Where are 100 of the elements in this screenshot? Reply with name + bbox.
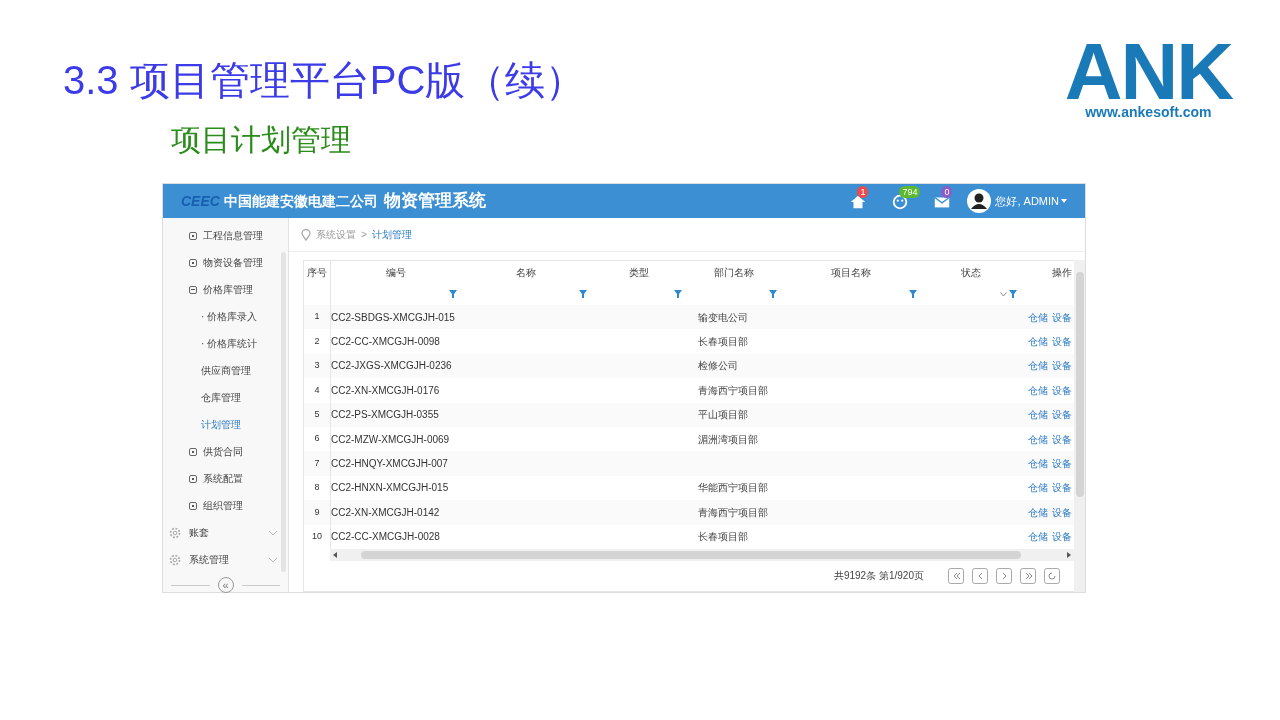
system-name: 物资管理系统 [383,190,486,213]
count-badge: 794 [899,186,921,198]
column-header[interactable]: 类型 [591,261,686,305]
filter-icon[interactable] [674,290,682,298]
filter-icon[interactable] [1009,290,1017,298]
table-cell-text: 检修公司 [698,359,738,374]
previous-page-button[interactable] [972,567,988,584]
action-link[interactable]: 仓储 [1028,456,1048,472]
table-cell-text: 长春项目部 [698,530,748,545]
column-header[interactable]: 部门名称 [686,261,781,305]
filter-icon[interactable] [449,290,457,298]
table-cell-text: 长春项目部 [698,335,748,350]
column-header[interactable]: 名称 [461,261,591,305]
gear-icon [169,553,181,566]
sidebar-item[interactable]: 供应商管理 [201,363,251,378]
action-link[interactable]: 仓储 [1028,382,1048,398]
column-header[interactable]: 编号 [331,261,461,305]
last-page-button[interactable] [1020,567,1036,584]
vertical-scrollbar[interactable] [1074,260,1085,592]
refresh-icon [1046,570,1058,581]
action-link[interactable]: 仓储 [1028,407,1048,423]
expand-icon[interactable] [189,474,197,483]
table-cell-text: CC2-HNXN-XMCGJH-015 [331,481,449,496]
filter-icon[interactable] [909,290,917,298]
expand-icon[interactable] [189,258,197,267]
table-cell-text: CC2-XN-XMCGJH-0142 [331,505,440,520]
row-number: 10 [312,529,322,543]
first-page-button[interactable] [948,567,964,584]
scroll-left-icon[interactable] [333,551,338,558]
table-cell-text: CC2-CC-XMCGJH-0098 [331,335,440,350]
smiley-icon[interactable] [891,193,910,211]
column-header[interactable]: 项目名称 [781,261,921,305]
expand-icon[interactable] [189,447,197,456]
sidebar-item[interactable]: 计划管理 [201,417,241,432]
count-badge: 0 [941,186,953,198]
table-cell-text: 平山项目部 [698,408,748,423]
expand-icon[interactable] [189,231,197,240]
scroll-right-icon[interactable] [1066,551,1071,558]
action-link[interactable]: 仓储 [1028,334,1048,350]
count-badge: 1 [857,186,869,198]
row-number: 8 [314,481,320,495]
sidebar-item[interactable]: 工程信息管理 [203,228,263,243]
action-link[interactable]: 设备 [1052,358,1072,374]
action-link[interactable]: 仓储 [1028,431,1048,447]
breadcrumb-link[interactable]: 系统设置 [316,227,356,242]
sidebar-item[interactable]: 价格库管理 [203,282,253,297]
action-link[interactable]: 仓储 [1028,309,1048,325]
breadcrumb-separator: > [361,228,367,242]
action-link[interactable]: 设备 [1052,309,1072,325]
sidebar-item[interactable]: 仓库管理 [201,390,241,405]
row-number: 3 [314,359,320,373]
slide-subtitle: 项目计划管理 [171,123,351,156]
expand-icon[interactable] [189,501,197,510]
sidebar-item[interactable]: 物资设备管理 [203,255,263,270]
row-number: 2 [314,334,320,348]
avatar-icon[interactable] [967,189,992,213]
table-cell-text: 青海西宁项目部 [698,505,768,520]
slide-title: 3.3 项目管理平台PC版（续） [62,57,586,104]
action-link[interactable]: 设备 [1052,480,1072,496]
action-link[interactable]: 设备 [1052,407,1072,423]
action-link[interactable]: 仓储 [1028,504,1048,520]
row-number: 7 [314,456,320,470]
table-cell-text: 湄洲湾项目部 [698,432,758,447]
user-menu[interactable]: 您好, ADMIN [995,192,1067,210]
sidebar-item[interactable]: · 价格库录入 [201,309,258,324]
app-title: 中国能建安徽电建二公司 [223,191,378,211]
table-cell-text: 输变电公司 [698,310,748,325]
filter-icon[interactable] [579,290,587,298]
action-link[interactable]: 仓储 [1028,529,1048,545]
table-cell-text: 青海西宁项目部 [698,383,768,398]
sidebar-section[interactable]: 系统管理 [189,552,268,567]
column-header[interactable]: 状态 [921,261,1021,305]
action-link[interactable]: 设备 [1052,504,1072,520]
action-link[interactable]: 设备 [1052,334,1072,350]
sidebar-section[interactable]: 账套 [189,525,268,540]
next-page-button[interactable] [996,567,1012,584]
filter-icon[interactable] [769,290,777,298]
home-icon[interactable] [849,193,868,211]
action-link[interactable]: 设备 [1052,529,1072,545]
refresh-button[interactable] [1044,567,1060,584]
column-header[interactable]: 操作 [1021,261,1074,305]
table-cell-text: CC2-XN-XMCGJH-0176 [331,383,440,398]
action-link[interactable]: 设备 [1052,456,1072,472]
sidebar-item[interactable]: 组织管理 [203,498,243,513]
breadcrumb-link[interactable]: 计划管理 [371,227,412,242]
dropdown-icon[interactable] [1000,291,1007,297]
sidebar-item[interactable]: 供货合同 [203,444,243,459]
action-link[interactable]: 设备 [1052,431,1072,447]
action-link[interactable]: 仓储 [1028,480,1048,496]
row-number: 1 [314,310,320,324]
action-link[interactable]: 设备 [1052,382,1072,398]
sidebar-item[interactable]: 系统配置 [203,471,243,486]
table-cell-text: CC2-HNQY-XMCGJH-007 [331,457,448,472]
page-summary: 共9192条 第1/920页 [833,569,924,584]
row-number: 9 [314,505,320,519]
action-link[interactable]: 仓储 [1028,358,1048,374]
collapse-icon[interactable] [189,285,197,294]
table-cell-text: CC2-JXGS-XMCGJH-0236 [331,359,452,374]
sidebar-item[interactable]: · 价格库统计 [201,336,258,351]
row-number: 4 [314,383,320,397]
